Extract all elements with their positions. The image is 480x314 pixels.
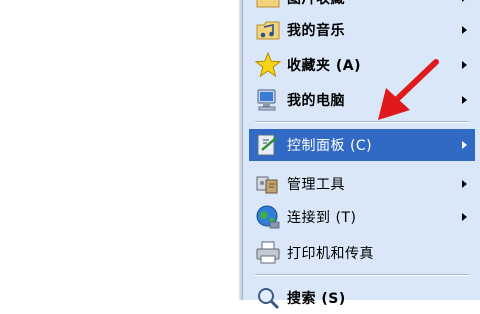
submenu-arrow-icon: [462, 213, 467, 221]
menu-item-search[interactable]: 搜索 (S): [249, 282, 475, 314]
menu-item-label: 我的音乐: [287, 23, 345, 39]
printer-icon: [256, 241, 280, 264]
annotation-red-arrow-icon: [378, 59, 439, 120]
submenu-arrow-icon: [462, 61, 467, 69]
search-magnifier-icon: [258, 288, 280, 310]
menu-item-my-music[interactable]: 我的音乐: [249, 14, 475, 46]
admin-tools-icon: [256, 176, 278, 194]
computer-icon: [257, 89, 276, 111]
submenu-arrow-icon: [462, 180, 467, 188]
star-icon: [255, 52, 281, 78]
submenu-arrow-icon: [462, 26, 467, 34]
menu-item-label: 我的电脑: [287, 93, 345, 109]
network-globe-icon: [256, 205, 280, 229]
menu-item-printers-faxes[interactable]: 打印机和传真: [249, 237, 475, 269]
menu-item-admin-tools[interactable]: 管理工具: [249, 168, 475, 200]
menu-item-label: 收藏夹 (A): [287, 58, 362, 74]
menu-item-label: 搜索 (S): [287, 291, 346, 307]
submenu-arrow-icon: [462, 96, 467, 104]
menu-separator-highlight: [255, 275, 469, 276]
menu-item-label: 图片收藏: [287, 0, 345, 8]
menu-item-control-panel[interactable]: 控制面板 (C): [249, 129, 475, 161]
submenu-arrow-icon: [462, 0, 467, 2]
menu-item-label: 打印机和传真: [287, 246, 374, 262]
menu-item-label: 控制面板 (C): [287, 138, 373, 154]
control-panel-icon: [257, 134, 277, 156]
menu-item-pictures[interactable]: 图片收藏: [249, 0, 475, 14]
desktop-blank-area: [0, 0, 238, 300]
menu-item-label: 连接到 (T): [287, 210, 357, 226]
folder-music-icon: [256, 21, 280, 40]
start-menu-right-panel: 图片收藏 我的音乐 收藏夹 (A) 我的电脑: [242, 0, 480, 310]
submenu-arrow-icon: [462, 141, 467, 149]
menu-item-connect-to[interactable]: 连接到 (T): [249, 201, 475, 233]
folder-pictures-icon: [256, 0, 280, 8]
menu-item-label: 管理工具: [287, 177, 345, 193]
